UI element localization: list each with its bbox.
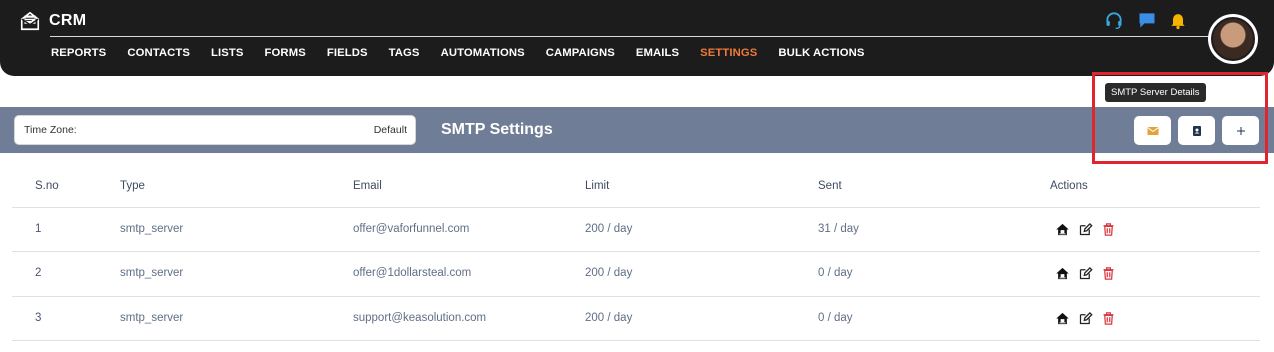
row-divider <box>12 296 1260 297</box>
delete-icon[interactable] <box>1100 265 1117 282</box>
avatar-photo <box>1211 17 1255 61</box>
cell-type: smtp_server <box>120 312 184 324</box>
cell-type: smtp_server <box>120 223 184 235</box>
nav-forms[interactable]: FORMS <box>265 47 306 59</box>
nav-automations[interactable]: AUTOMATIONS <box>441 47 525 59</box>
nav-settings[interactable]: SETTINGS <box>700 47 757 59</box>
user-avatar[interactable] <box>1208 14 1258 64</box>
cell-limit: 200 / day <box>585 223 633 235</box>
row-actions <box>1054 310 1117 327</box>
col-header-actions: Actions <box>1050 180 1088 192</box>
cell-limit: 200 / day <box>585 312 633 324</box>
main-nav: REPORTS CONTACTS LISTS FORMS FIELDS TAGS… <box>51 47 865 59</box>
cell-type: smtp_server <box>120 267 184 279</box>
timezone-select[interactable]: Time Zone: Default <box>14 115 416 145</box>
edit-icon[interactable] <box>1077 221 1094 238</box>
row-divider <box>12 251 1260 252</box>
app-logo[interactable]: CRM <box>19 10 86 32</box>
header-divider <box>50 36 1214 37</box>
row-actions <box>1054 265 1117 282</box>
timezone-value: Default <box>373 124 407 136</box>
row-divider <box>12 340 1260 341</box>
set-default-home-icon[interactable] <box>1054 310 1071 327</box>
cell-sent: 0 / day <box>818 267 853 279</box>
edit-icon[interactable] <box>1077 265 1094 282</box>
col-header-limit: Limit <box>585 180 610 192</box>
col-header-type: Type <box>120 180 145 192</box>
cell-sent: 31 / day <box>818 223 859 235</box>
nav-bulk-actions[interactable]: BULK ACTIONS <box>778 47 864 59</box>
row-actions <box>1054 221 1117 238</box>
cell-email: offer@vaforfunnel.com <box>353 223 470 235</box>
delete-icon[interactable] <box>1100 221 1117 238</box>
cell-sno: 2 <box>35 267 42 279</box>
nav-reports[interactable]: REPORTS <box>51 47 106 59</box>
nav-fields[interactable]: FIELDS <box>327 47 368 59</box>
cell-limit: 200 / day <box>585 267 633 279</box>
row-divider <box>12 207 1260 208</box>
headset-icon[interactable] <box>1104 10 1124 30</box>
nav-emails[interactable]: EMAILS <box>636 47 679 59</box>
col-header-email: Email <box>353 180 382 192</box>
cell-sent: 0 / day <box>818 312 853 324</box>
set-default-home-icon[interactable] <box>1054 265 1071 282</box>
col-header-sno: S.no <box>35 180 59 192</box>
chat-icon[interactable] <box>1137 10 1157 30</box>
cell-email: offer@1dollarsteal.com <box>353 267 472 279</box>
nav-tags[interactable]: TAGS <box>389 47 420 59</box>
nav-campaigns[interactable]: CAMPAIGNS <box>546 47 615 59</box>
top-navbar: CRM REPORTS CONTACTS LISTS FORMS FIELDS … <box>0 0 1274 76</box>
cell-email: support@keasolution.com <box>353 312 487 324</box>
nav-lists[interactable]: LISTS <box>211 47 244 59</box>
nav-contacts[interactable]: CONTACTS <box>127 47 190 59</box>
set-default-home-icon[interactable] <box>1054 221 1071 238</box>
delete-icon[interactable] <box>1100 310 1117 327</box>
cell-sno: 1 <box>35 223 42 235</box>
page-title: SMTP Settings <box>441 121 553 138</box>
cell-sno: 3 <box>35 312 42 324</box>
highlight-box <box>1092 72 1268 164</box>
timezone-label: Time Zone: <box>24 124 77 136</box>
bell-icon[interactable] <box>1168 10 1188 30</box>
mail-envelope-icon <box>20 11 40 31</box>
col-header-sent: Sent <box>818 180 842 192</box>
app-title: CRM <box>49 12 87 29</box>
edit-icon[interactable] <box>1077 310 1094 327</box>
